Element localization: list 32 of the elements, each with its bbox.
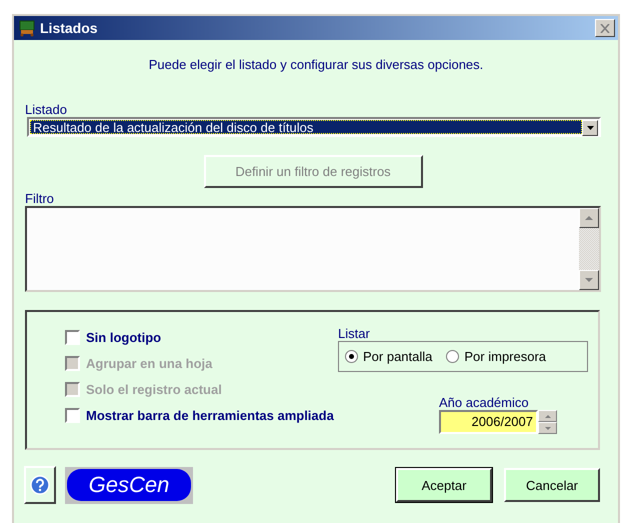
logo: GesCen: [67, 469, 191, 501]
radio-label: Por pantalla: [363, 349, 432, 364]
listar-label: Listar: [338, 326, 371, 341]
scroll-up-icon: [585, 216, 593, 220]
checkbox-label: Agrupar en una hoja: [86, 356, 212, 371]
filtro-label: Filtro: [25, 191, 55, 206]
dropdown-arrow-icon: [586, 126, 594, 130]
checkbox[interactable]: [65, 330, 80, 345]
filter-text-area[interactable]: [25, 206, 601, 292]
radio-button[interactable]: [345, 350, 358, 363]
window-title: Listados: [40, 20, 99, 36]
app-icon: [18, 19, 36, 37]
checkbox-label: Mostrar barra de herramientas ampliada: [86, 408, 334, 423]
close-icon: [600, 24, 610, 32]
radio-button[interactable]: [446, 350, 460, 363]
checkbox-label: Solo el registro actual: [86, 382, 222, 397]
checkbox[interactable]: [65, 408, 80, 423]
close-button[interactable]: [595, 19, 615, 37]
academic-year-label: Año académico: [439, 395, 530, 410]
scrollbar[interactable]: [579, 208, 599, 290]
dialog-button[interactable]: Aceptar: [396, 468, 492, 502]
spinner-buttons[interactable]: [538, 410, 557, 434]
listado-label: Listado: [25, 102, 68, 117]
dialog-button[interactable]: Cancelar: [504, 468, 600, 502]
academic-year-field[interactable]: 2006/2007: [439, 410, 538, 434]
radio-label: Por impresora: [464, 349, 546, 364]
listado-dropdown[interactable]: Resultado de la actualización del disco de títulos: [27, 117, 601, 137]
help-button[interactable]: [24, 466, 56, 504]
help-icon: [30, 475, 50, 495]
scroll-down-icon: [585, 278, 593, 282]
instruction-text: Puede elegir el listado y configurar sus diversas opciones.: [148, 57, 484, 72]
checkbox-label: Sin logotipo: [86, 330, 162, 345]
